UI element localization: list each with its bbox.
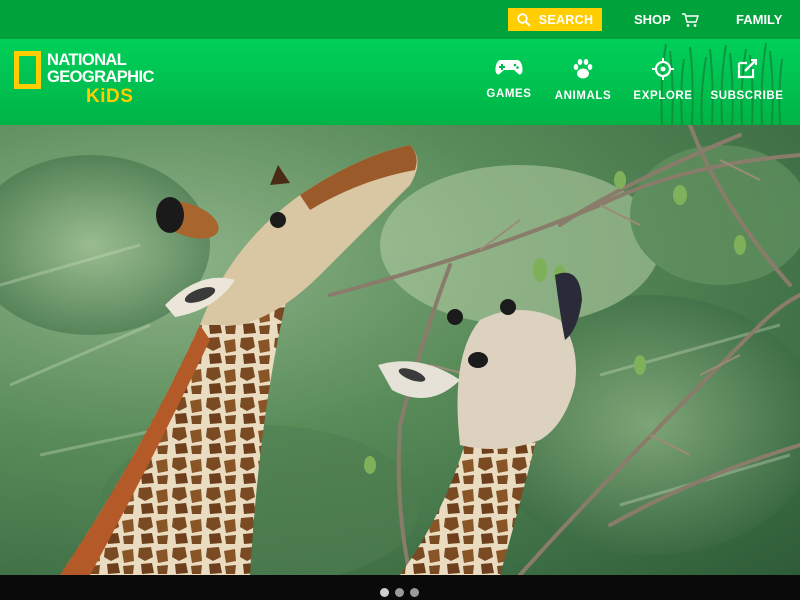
cart-icon [681,12,699,27]
logo-line-2: GEOGRAPHIC [47,68,154,86]
natgeo-kids-logo[interactable]: NATIONAL GEOGRAPHIC KiDS [14,51,154,113]
logo-kids: KiDS [86,86,134,107]
main-nav: NATIONAL GEOGRAPHIC KiDS GAMES ANIMALS E… [0,39,800,125]
edit-icon [737,59,757,79]
logo-wordmark: NATIONAL GEOGRAPHIC [47,52,154,86]
nav-explore[interactable]: EXPLORE [633,58,693,106]
top-bar: SEARCH SHOP FAMILY [0,0,800,39]
family-label: FAMILY [736,12,783,27]
nav-games-label: GAMES [486,88,532,100]
shop-link[interactable]: SHOP [634,8,699,31]
carousel-dot-1[interactable] [380,588,389,597]
nav-subscribe[interactable]: SUBSCRIBE [710,58,784,106]
family-link[interactable]: FAMILY [736,8,782,31]
search-icon [517,12,531,27]
nav-explore-label: EXPLORE [633,90,693,102]
nav-animals[interactable]: ANIMALS [553,58,613,106]
search-label: SEARCH [538,12,594,27]
carousel-dot-3[interactable] [410,588,419,597]
compass-icon [652,58,674,80]
paw-icon [573,59,593,79]
carousel-dots [380,588,419,597]
shop-label: SHOP [634,12,671,27]
carousel-dot-2[interactable] [395,588,404,597]
nav-games[interactable]: GAMES [486,58,532,106]
giraffes-photo-icon [0,125,800,575]
yellow-frame-icon [14,51,41,89]
gamepad-icon [495,60,523,75]
search-button[interactable]: SEARCH [508,8,602,31]
logo-line-1: NATIONAL [47,51,127,69]
hero-image[interactable] [0,125,800,575]
nav-animals-label: ANIMALS [554,90,612,102]
nav-subscribe-label: SUBSCRIBE [710,90,784,102]
